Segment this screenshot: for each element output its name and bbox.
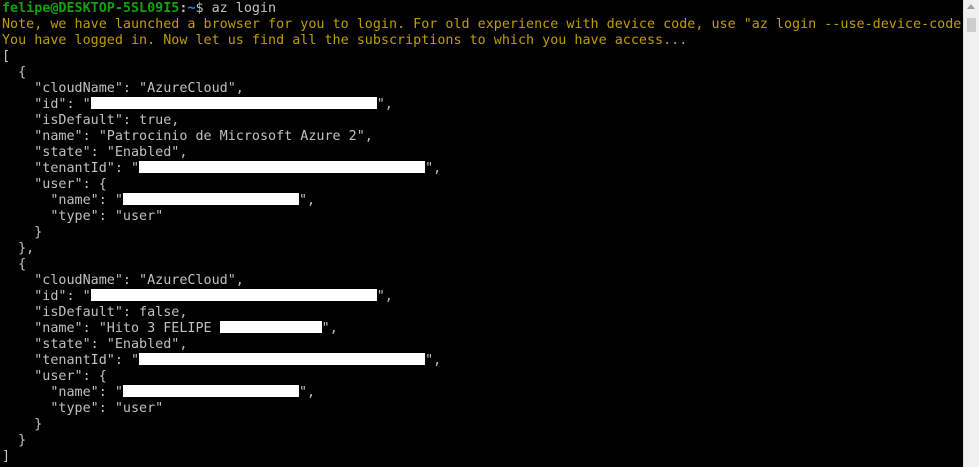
name-key: "name": "Patrocinio de Microsoft Azure 2… bbox=[2, 129, 373, 144]
user-open-line: "user": { bbox=[2, 369, 107, 384]
redacted-tenant-id bbox=[139, 353, 426, 365]
state-line: "state": "Enabled", bbox=[2, 337, 188, 352]
json-object-close: } bbox=[2, 433, 27, 448]
user-name-end: ", bbox=[298, 193, 316, 208]
id-end: ", bbox=[376, 289, 393, 304]
state-line: "state": "Enabled", bbox=[2, 145, 188, 160]
cloud-name-line: "cloudName": "AzureCloud", bbox=[2, 81, 244, 96]
user-type-line: "type": "user" bbox=[2, 209, 164, 224]
prompt-line: felipe@DESKTOP-5SL09I5:~$ az login bbox=[2, 1, 963, 17]
user-name-line: "name": " ", bbox=[2, 385, 963, 401]
tenant-key: "tenantId": " bbox=[2, 353, 140, 368]
user-name-end: ", bbox=[298, 385, 316, 400]
tenant-id-line: "tenantId": " ", bbox=[2, 353, 963, 369]
tenant-key: "tenantId": " bbox=[2, 161, 140, 176]
subscription-block: { "cloudName": "AzureCloud", "id": " ", "… bbox=[2, 257, 963, 449]
scrollbar-thumb[interactable] bbox=[967, 18, 976, 32]
redacted-tenant-id bbox=[139, 161, 426, 173]
user-close-line: } bbox=[2, 417, 43, 432]
id-line: "id": " ", bbox=[2, 289, 963, 305]
command-text: az login bbox=[203, 1, 277, 16]
user-name-line: "name": " ", bbox=[2, 193, 963, 209]
id-line: "id": " ", bbox=[2, 97, 963, 113]
json-object-open: { bbox=[2, 257, 27, 272]
cloud-name-line: "cloudName": "AzureCloud", bbox=[2, 273, 244, 288]
is-default-line: "isDefault": true, bbox=[2, 113, 180, 128]
json-object-open: { bbox=[2, 65, 27, 80]
terminal-output: felipe@DESKTOP-5SL09I5:~$ az login Note,… bbox=[0, 0, 963, 465]
is-default-line: "isDefault": false, bbox=[2, 305, 188, 320]
note-message: Note, we have launched a browser for you… bbox=[2, 17, 963, 32]
redacted-user-name bbox=[122, 193, 299, 205]
prompt-user-host: felipe@DESKTOP-5SL09I5 bbox=[2, 1, 180, 16]
name-tail: ", bbox=[321, 321, 338, 336]
terminal-window[interactable]: felipe@DESKTOP-5SL09I5:~$ az login Note,… bbox=[0, 0, 963, 467]
subscription-block: { "cloudName": "AzureCloud", "id": " ", "… bbox=[2, 65, 963, 257]
logged-in-message: You have logged in. Now let us find all … bbox=[2, 33, 688, 48]
redacted-id bbox=[90, 289, 377, 301]
json-object-close: }, bbox=[2, 241, 35, 256]
user-open-line: "user": { bbox=[2, 177, 107, 192]
tenant-id-line: "tenantId": " ", bbox=[2, 161, 963, 177]
vertical-scrollbar[interactable] bbox=[963, 0, 979, 467]
redacted-id bbox=[90, 97, 377, 109]
user-name-key: "name": " bbox=[2, 193, 123, 208]
name-key: "name": "Hito 3 FELIPE bbox=[2, 321, 220, 336]
user-name-key: "name": " bbox=[2, 385, 123, 400]
user-close-line: } bbox=[2, 225, 43, 240]
json-close-bracket: ] bbox=[2, 449, 11, 464]
user-type-line: "type": "user" bbox=[2, 401, 164, 416]
id-end: ", bbox=[376, 97, 393, 112]
redacted-user-name bbox=[122, 385, 299, 397]
tenant-end: ", bbox=[425, 353, 442, 368]
name-line: "name": "Hito 3 FELIPE ", bbox=[2, 321, 963, 337]
json-open-bracket: [ bbox=[2, 49, 11, 64]
name-line: "name": "Patrocinio de Microsoft Azure 2… bbox=[2, 129, 963, 145]
redacted-name-suffix bbox=[219, 321, 322, 333]
tenant-end: ", bbox=[425, 161, 442, 176]
id-key: "id": " bbox=[2, 97, 91, 112]
id-key: "id": " bbox=[2, 289, 91, 304]
scroll-up-arrow-icon[interactable] bbox=[967, 4, 975, 9]
prompt-path: ~ bbox=[187, 1, 196, 16]
prompt-dollar: $ bbox=[195, 1, 204, 16]
